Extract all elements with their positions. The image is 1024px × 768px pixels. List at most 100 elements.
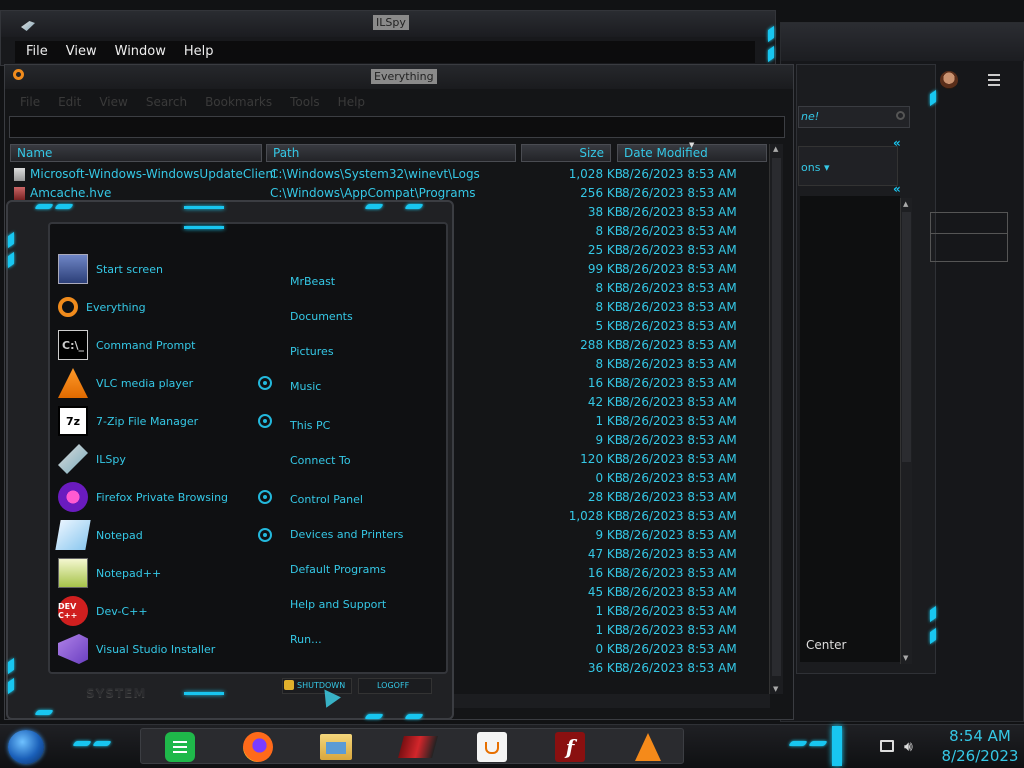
start-menu-item[interactable]: DEV C++ Dev-C++ [58,594,248,628]
start-menu-item[interactable]: Start screen [58,252,248,286]
start-menu-link[interactable]: MrBeast [290,275,335,288]
ilspy-menu-help[interactable]: Help [175,44,223,59]
right-scrollbar[interactable]: ▲ ▼ [900,198,912,664]
start-menu-link[interactable]: Pictures [290,345,334,358]
submenu-arrow-icon[interactable] [258,528,272,542]
cell-size: 1 KB [595,623,623,637]
cell-date: 8/26/2023 8:53 AM [622,167,737,181]
hamburger-menu-icon[interactable] [988,74,1000,86]
cmd-icon: C:\_ [58,330,88,360]
file-explorer-icon [320,734,352,760]
show-desktop-button[interactable] [832,726,842,766]
cell-date: 8/26/2023 8:53 AM [622,661,737,675]
right-search-placeholder: ne! [801,110,820,123]
clock-time[interactable]: 8:54 AM [940,727,1020,745]
everything-menu-tools[interactable]: Tools [281,95,329,109]
cell-date: 8/26/2023 8:53 AM [622,585,737,599]
start-menu-link[interactable]: Documents [290,310,353,323]
cell-size: 28 KB [587,490,623,504]
everything-window-title: Everything [371,69,437,84]
taskbar-vlc-button[interactable] [628,730,668,764]
devcpp-icon: DEV C++ [58,596,88,626]
everything-menu-search[interactable]: Search [137,95,196,109]
start-menu-top-bar-2 [184,226,224,229]
submenu-arrow-icon[interactable] [258,376,272,390]
start-menu-item[interactable]: 7z 7-Zip File Manager [58,404,248,438]
collapse-chevrons-icon-2[interactable]: « [893,182,901,196]
clock-date[interactable]: 8/26/2023 [936,747,1024,765]
everything-menu-help[interactable]: Help [329,95,374,109]
start-menu-link[interactable]: Music [290,380,321,393]
cell-size: 256 KB [580,186,623,200]
column-header-size[interactable]: Size [521,144,611,162]
start-orb-button[interactable] [8,730,44,764]
start-menu-item-label: ILSpy [96,452,126,466]
cell-size: 8 KB [595,357,623,371]
cell-size: 9 KB [595,528,623,542]
background-window-titlebar [781,23,1024,61]
column-header-path[interactable]: Path [266,144,516,162]
everything-search-input[interactable] [9,116,785,138]
right-dropdown-label: ons [801,161,821,174]
right-search-field[interactable]: ne! [798,106,910,128]
taskbar-file-explorer-button[interactable] [316,730,356,764]
start-menu-link[interactable]: Control Panel [290,493,363,506]
cell-size: 1 KB [595,604,623,618]
submenu-arrow-icon[interactable] [258,414,272,428]
cell-date: 8/26/2023 8:53 AM [622,243,737,257]
cell-date: 8/26/2023 8:53 AM [622,319,737,333]
ilspy-menu-window[interactable]: Window [106,44,175,59]
cell-date: 8/26/2023 8:53 AM [622,642,737,656]
start-menu-item[interactable]: Everything [58,290,248,324]
right-bottom-label[interactable]: Center [806,638,846,652]
everything-menu-file[interactable]: File [11,95,49,109]
firefox-icon [243,732,273,762]
magnifier-icon [58,297,78,317]
file-icon-2 [14,187,25,200]
taskbar-flash-button[interactable]: f [550,730,590,764]
everything-menu-view[interactable]: View [90,95,136,109]
logoff-button[interactable]: LOGOFF [358,678,432,694]
cell-date: 8/26/2023 8:53 AM [622,452,737,466]
column-header-name[interactable]: Name [10,144,262,162]
start-menu-item[interactable]: Notepad [55,518,248,552]
submenu-arrow-icon[interactable] [258,490,272,504]
taskbar-messages-button[interactable] [160,730,200,764]
start-menu-link[interactable]: Connect To [290,454,351,467]
ilspy-menu-file[interactable]: File [17,44,57,59]
start-menu-link[interactable]: Help and Support [290,598,386,611]
taskbar-media-button[interactable] [398,730,438,764]
cell-size: 1,028 KB [568,509,623,523]
start-menu-link[interactable]: This PC [290,419,330,432]
everything-menu-edit[interactable]: Edit [49,95,90,109]
cell-date: 8/26/2023 8:53 AM [622,566,737,580]
user-avatar[interactable] [940,71,958,89]
collapse-chevrons-icon[interactable]: « [893,136,901,150]
start-menu-item[interactable]: Visual Studio Installer [58,632,248,666]
volume-icon[interactable]: 🔊︎ [904,739,913,755]
start-menu-item[interactable]: Firefox Private Browsing [58,480,248,514]
cell-date: 8/26/2023 8:53 AM [622,338,737,352]
ilspy-menu-view[interactable]: View [57,44,106,59]
start-menu-link[interactable]: Devices and Printers [290,528,403,541]
cell-path: C:\Windows\AppCompat\Programs [270,186,476,200]
cell-date: 8/26/2023 8:53 AM [622,300,737,314]
network-icon[interactable] [880,740,894,752]
start-menu-item[interactable]: VLC media player [58,366,248,400]
search-icon[interactable] [896,111,905,120]
start-menu-item[interactable]: Notepad++ [58,556,248,590]
taskbar-java-button[interactable] [472,730,512,764]
start-menu-item[interactable]: ILSpy [58,442,248,476]
start-menu-link[interactable]: Default Programs [290,563,386,576]
shutdown-label: SHUTDOWN [297,681,346,690]
start-menu-item[interactable]: C:\_ Command Prompt [58,328,248,362]
ilspy-window: ILSpy File View Window Help [0,10,776,66]
cell-date: 8/26/2023 8:53 AM [622,262,737,276]
taskbar-firefox-button[interactable] [238,730,278,764]
everything-menu-bookmarks[interactable]: Bookmarks [196,95,281,109]
start-menu-link[interactable]: Run... [290,633,322,646]
right-dropdown[interactable]: ons ▾ [798,146,898,186]
cell-size: 0 KB [595,642,623,656]
cell-date: 8/26/2023 8:53 AM [622,205,737,219]
table-row[interactable]: Microsoft-Windows-WindowsUpdateClient%..… [10,165,768,184]
